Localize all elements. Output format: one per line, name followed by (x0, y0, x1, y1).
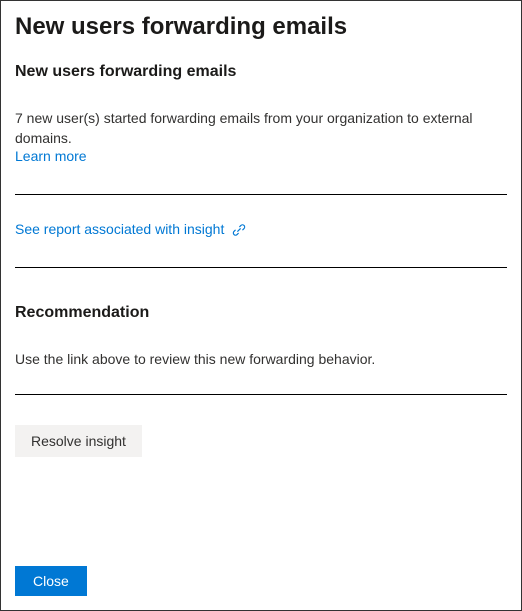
resolve-insight-button[interactable]: Resolve insight (15, 425, 142, 457)
close-button[interactable]: Close (15, 566, 87, 596)
recommendation-heading: Recommendation (15, 304, 507, 322)
link-icon (232, 223, 246, 237)
see-report-link[interactable]: See report associated with insight (15, 221, 246, 237)
recommendation-body: Use the link above to review this new fo… (15, 350, 507, 370)
insight-summary-text: 7 new user(s) started forwarding emails … (15, 110, 473, 146)
learn-more-link[interactable]: Learn more (15, 148, 87, 164)
see-report-link-label: See report associated with insight (15, 221, 224, 237)
page-title: New users forwarding emails (15, 13, 507, 41)
insight-heading: New users forwarding emails (15, 63, 507, 81)
